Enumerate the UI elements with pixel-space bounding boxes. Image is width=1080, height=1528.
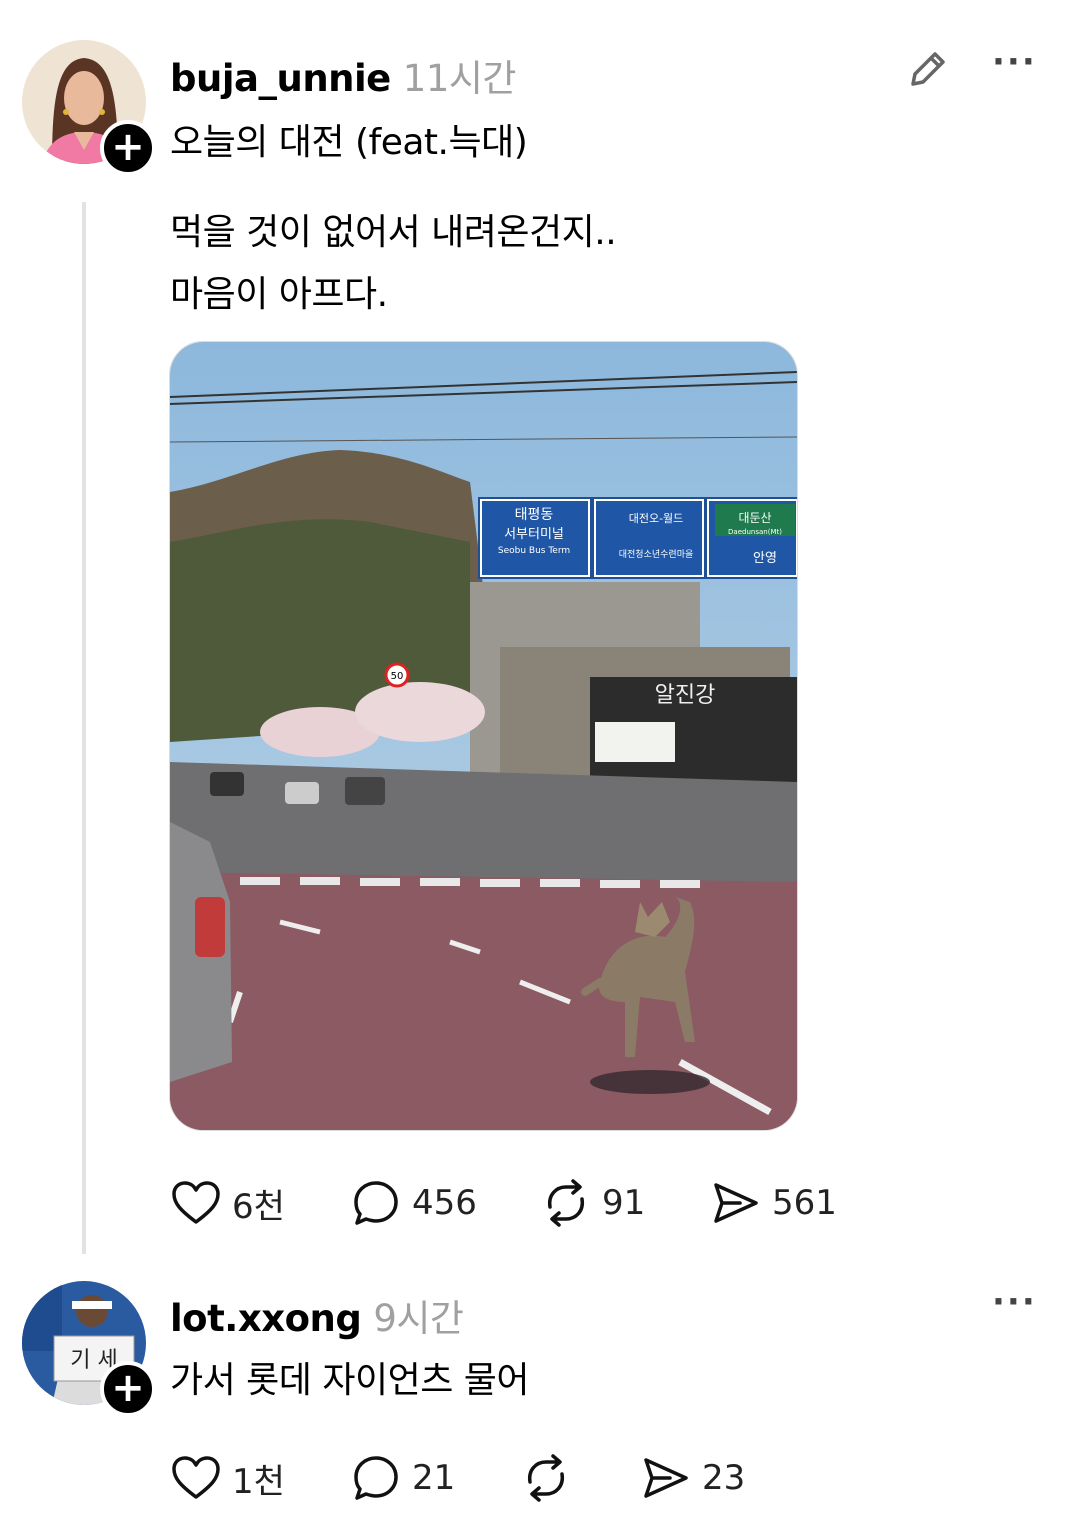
share-icon [644,1458,688,1498]
username[interactable]: buja_unnie [170,57,391,100]
heart-icon [172,1181,220,1224]
heart-icon [172,1456,220,1499]
sign-text-2: 서부터미널 [504,527,564,542]
reply-share-button[interactable]: 23 [640,1448,745,1508]
share-count: 561 [772,1183,837,1223]
sign-text-1: 태평동 [515,507,554,523]
main-post: + buja_unnie 11시간 ··· 오늘의 대전 (feat.늑대) 먹을… [0,0,1080,1260]
reply-username[interactable]: lot.xxong [170,1297,362,1340]
reply-actions: 1천 21 23 [170,1448,870,1508]
reply-share-count: 23 [702,1458,746,1498]
sign-text-6: 대둔산 [738,511,771,525]
post-title: 오늘의 대전 (feat.늑대) [170,122,528,163]
repost-icon [547,1179,585,1227]
street-wolf-photo: 태평동 서부터미널 Seobu Bus Term 대전오-월드 대전청소년수련마… [170,342,797,1130]
reply-like-count: 1천 [232,1461,285,1502]
reply-author: lot.xxong 9시간 [170,1288,464,1342]
post-time: 11시간 [402,57,517,100]
follow-plus-icon[interactable]: + [100,120,156,176]
more-icon[interactable]: ··· [992,42,1037,82]
reply-text: 가서 롯데 자이언츠 물어 [170,1360,530,1401]
post-author: buja_unnie 11시간 [170,48,516,102]
sign-text-8: 안영 [753,551,777,566]
like-count: 6천 [232,1186,285,1227]
reply-time: 9시간 [373,1297,464,1340]
reply-comment-button[interactable]: 21 [350,1448,455,1508]
reply-follow-plus-icon[interactable]: + [100,1361,156,1417]
repost-button[interactable]: 91 [540,1173,645,1233]
speed-sign-text: 50 [391,671,404,682]
like-button[interactable]: 6천 [170,1173,285,1233]
share-button[interactable]: 561 [710,1173,837,1233]
reply-more-icon[interactable]: ··· [992,1282,1037,1322]
comment-icon [354,1456,398,1500]
comment-icon [354,1181,398,1225]
thread-line [82,202,86,1254]
reply-post: 기 세 + lot.xxong 9시간 ··· 가서 롯데 자이언츠 물어 1천 … [0,1270,1080,1528]
sign-text-3: Seobu Bus Term [498,546,570,556]
post-body-line-2: 마음이 아프다. [170,274,388,315]
shop-sign-text: 알진강 [655,683,716,708]
post-image[interactable]: 태평동 서부터미널 Seobu Bus Term 대전오-월드 대전청소년수련마… [169,341,798,1131]
repost-icon [527,1454,565,1502]
post-body-line-1: 먹을 것이 없어서 내려온건지.. [170,212,617,253]
comment-button[interactable]: 456 [350,1173,477,1233]
reply-comment-count: 21 [412,1458,456,1498]
sign-text-5: 대전청소년수련마을 [619,549,694,560]
post-actions: 6천 456 91 561 [170,1173,870,1233]
comment-count: 456 [412,1183,477,1223]
reply-repost-button[interactable] [520,1448,582,1508]
reply-like-button[interactable]: 1천 [170,1448,285,1508]
edit-icon[interactable] [905,46,951,92]
share-icon [714,1183,758,1223]
repost-count: 91 [602,1183,646,1223]
sign-text-7: Daedunsan(Mt) [728,528,782,536]
sign-text-4: 대전오-월드 [629,512,684,525]
